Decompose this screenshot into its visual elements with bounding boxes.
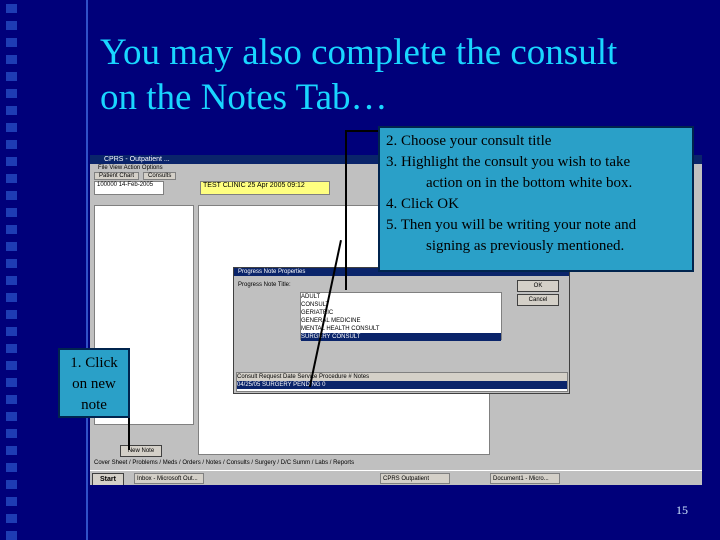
patient-box[interactable]: 100000 14-Feb-2005 xyxy=(94,181,164,195)
bullet-square xyxy=(6,157,17,166)
bullet-square xyxy=(6,123,17,132)
pointer-line xyxy=(345,130,347,290)
taskbar-item[interactable]: Document1 - Micro... xyxy=(490,473,560,484)
bullet-square xyxy=(6,531,17,540)
list-item[interactable]: CONSULT xyxy=(301,301,501,309)
list-item[interactable]: MENTAL HEALTH CONSULT xyxy=(301,325,501,333)
window-tabs: Patient Chart Consults xyxy=(94,172,178,180)
slide-bullet-column xyxy=(0,0,22,540)
callout-line1: 1. Click xyxy=(70,355,118,371)
list-item[interactable]: ADULT xyxy=(301,293,501,301)
slide-divider xyxy=(86,0,88,540)
progress-note-properties-dialog: Progress Note Properties Progress Note T… xyxy=(233,267,570,394)
callout-step3a: 3. Highlight the consult you wish to tak… xyxy=(386,154,631,170)
bullet-square xyxy=(6,395,17,404)
new-note-button[interactable]: New Note xyxy=(120,445,162,457)
bullet-square xyxy=(6,55,17,64)
bullet-square xyxy=(6,242,17,251)
bullet-square xyxy=(6,259,17,268)
instruction-callout: 2. Choose your consult title 3. Highligh… xyxy=(378,126,694,272)
bullet-square xyxy=(6,378,17,387)
bullet-square xyxy=(6,276,17,285)
bullet-square xyxy=(6,463,17,472)
grid-header: Consult Request Date Service Procedure #… xyxy=(237,373,567,381)
bullet-square xyxy=(6,361,17,370)
bullet-square xyxy=(6,412,17,421)
bullet-square xyxy=(6,4,17,13)
callout-line3: note xyxy=(81,397,107,413)
clinic-box[interactable]: TEST CLINIC 25 Apr 2005 09:12 xyxy=(200,181,330,195)
bullet-square xyxy=(6,344,17,353)
bullet-square xyxy=(6,106,17,115)
bullet-square xyxy=(6,140,17,149)
bullet-square xyxy=(6,480,17,489)
bullet-square xyxy=(6,21,17,30)
tab-consults[interactable]: Consults xyxy=(142,172,177,180)
ok-button[interactable]: OK xyxy=(517,280,559,292)
bullet-square xyxy=(6,89,17,98)
slide-title-line1: You may also complete the consult xyxy=(100,32,618,73)
dialog-label: Progress Note Title: xyxy=(238,282,291,288)
bullet-square xyxy=(6,208,17,217)
page-number: 15 xyxy=(676,503,688,517)
callout-line2: on new xyxy=(72,376,116,392)
bullet-square xyxy=(6,72,17,81)
list-item[interactable]: GERIATRIC xyxy=(301,309,501,317)
callout-step2: 2. Choose your consult title xyxy=(386,133,552,149)
taskbar-item[interactable]: CPRS Outpatient xyxy=(380,473,450,484)
callout-step4: 4. Click OK xyxy=(386,196,459,212)
bullet-square xyxy=(6,327,17,336)
bullet-square xyxy=(6,225,17,234)
note-title-list[interactable]: ADULT CONSULT GERIATRIC GENERAL MEDICINE… xyxy=(300,292,502,341)
tab-patient-chart[interactable]: Patient Chart xyxy=(94,172,140,180)
bullet-square xyxy=(6,174,17,183)
bullet-square xyxy=(6,38,17,47)
pointer-line xyxy=(345,130,379,132)
table-row[interactable]: 04/25/05 SURGERY PENDING 0 xyxy=(237,381,567,389)
list-item-selected[interactable]: SURGERY CONSULT xyxy=(301,333,501,341)
new-note-callout: 1. Click on new note xyxy=(58,348,130,418)
callout-step5a: 5. Then you will be writing your note an… xyxy=(386,217,637,233)
taskbar-item[interactable]: Inbox - Microsoft Out... xyxy=(134,473,204,484)
chart-bottom-tabs[interactable]: Cover Sheet / Problems / Meds / Orders /… xyxy=(90,459,702,468)
callout-step3b: action on in the bottom white box. xyxy=(426,175,633,191)
list-item[interactable]: GENERAL MEDICINE xyxy=(301,317,501,325)
slide-title: You may also complete the consult on the… xyxy=(100,30,700,120)
cancel-button[interactable]: Cancel xyxy=(517,294,559,306)
slide-title-line2: on the Notes Tab… xyxy=(100,77,388,118)
windows-taskbar: Start Inbox - Microsoft Out... CPRS Outp… xyxy=(90,470,702,485)
bullet-square xyxy=(6,429,17,438)
bullet-square xyxy=(6,293,17,302)
bullet-square xyxy=(6,514,17,523)
bullet-square xyxy=(6,446,17,455)
bullet-square xyxy=(6,497,17,506)
start-button[interactable]: Start xyxy=(92,473,124,485)
bullet-square xyxy=(6,310,17,319)
callout-step5b: signing as previously mentioned. xyxy=(426,238,625,254)
bullet-square xyxy=(6,191,17,200)
consult-grid[interactable]: Consult Request Date Service Procedure #… xyxy=(236,372,568,392)
